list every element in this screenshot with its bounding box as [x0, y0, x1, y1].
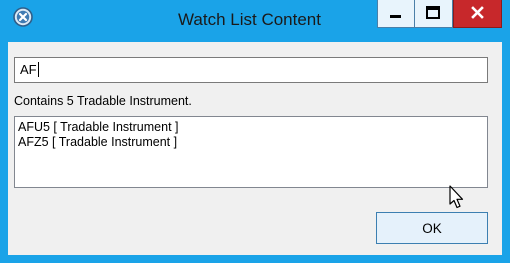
results-list[interactable]: AFU5 [ Tradable Instrument ] AFZ5 [ Trad… — [14, 116, 488, 188]
minimize-icon — [390, 15, 401, 18]
list-item[interactable]: AFZ5 [ Tradable Instrument ] — [18, 135, 484, 150]
close-button[interactable] — [453, 0, 502, 28]
list-item[interactable]: AFU5 [ Tradable Instrument ] — [18, 120, 484, 135]
window-title: Watch List Content — [178, 10, 321, 29]
result-count-label: Contains 5 Tradable Instrument. — [14, 94, 192, 108]
dialog-window: Watch List Content AF Contains 5 Tradabl… — [0, 0, 510, 263]
maximize-icon — [426, 6, 440, 19]
ok-button[interactable]: OK — [376, 212, 488, 244]
app-close-circle-icon — [13, 7, 33, 27]
dialog-content: AF Contains 5 Tradable Instrument. AFU5 … — [8, 42, 502, 255]
title-bar[interactable]: Watch List Content — [8, 0, 502, 42]
minimize-button[interactable] — [377, 0, 415, 28]
close-icon — [471, 6, 484, 19]
maximize-button[interactable] — [415, 0, 453, 28]
search-input-value: AF — [20, 62, 37, 77]
search-input[interactable]: AF — [14, 57, 488, 83]
text-caret — [37, 62, 39, 77]
